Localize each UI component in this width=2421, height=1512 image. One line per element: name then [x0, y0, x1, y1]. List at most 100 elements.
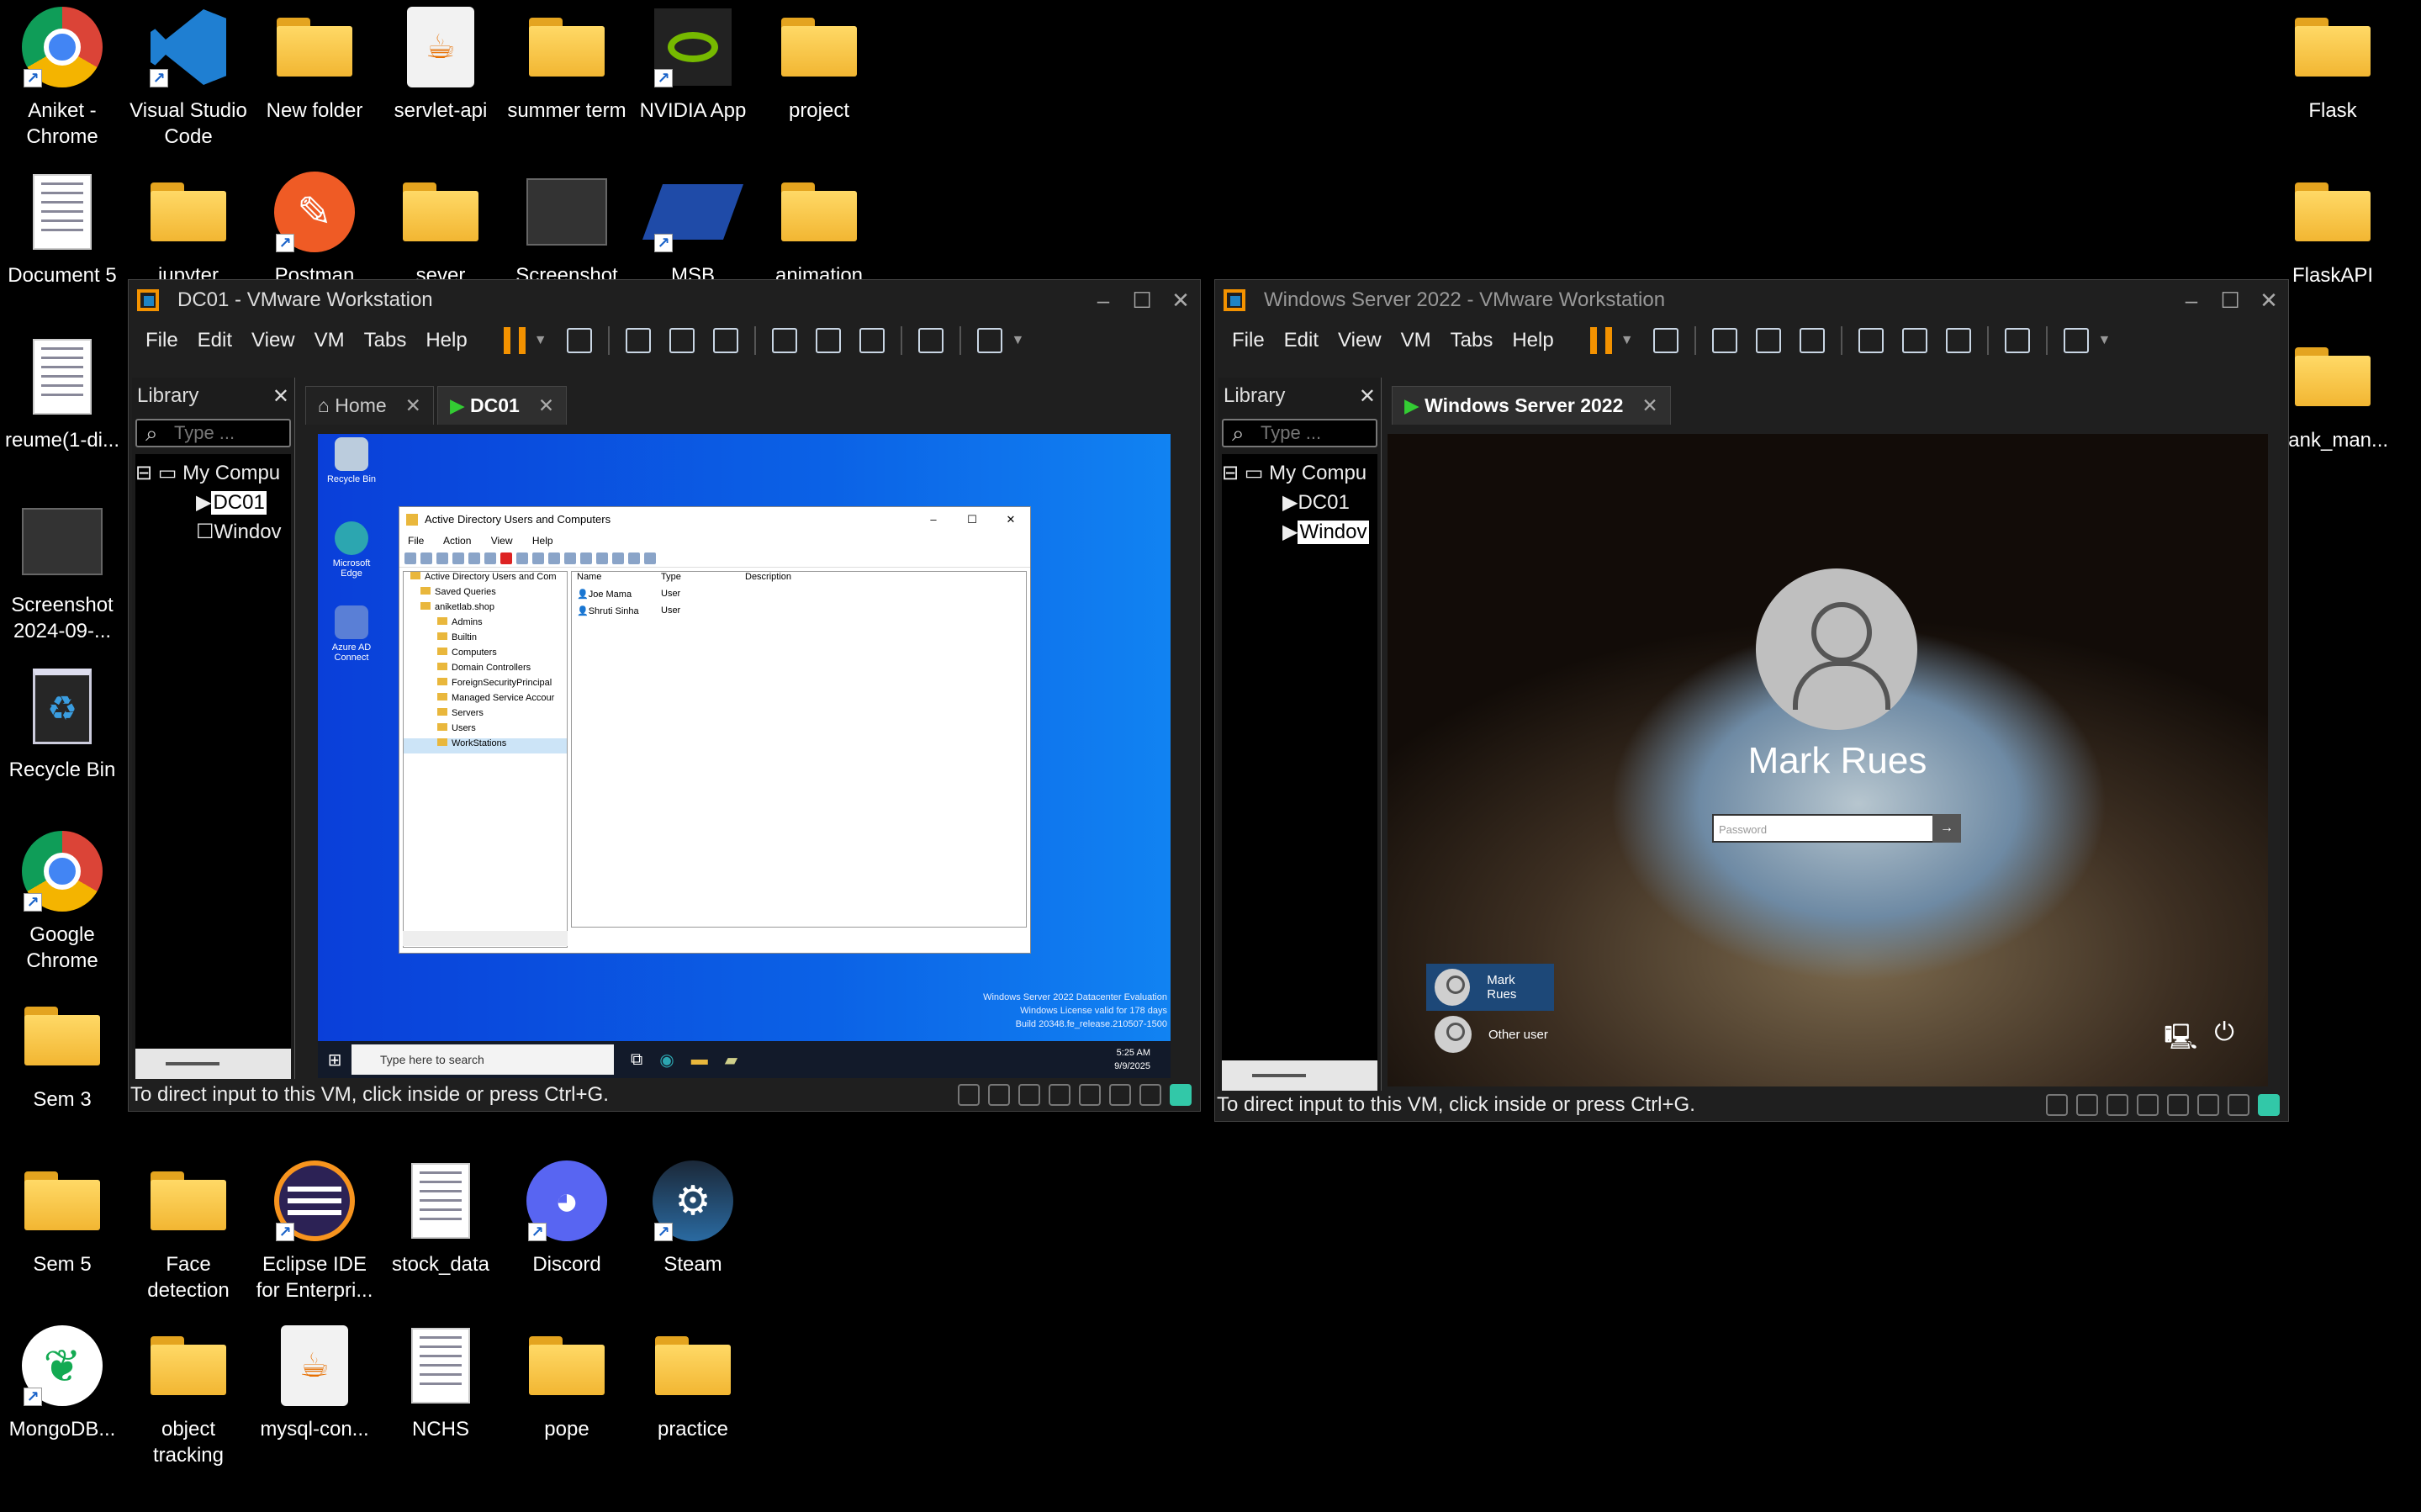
tab-dc01[interactable]: ▶ DC01 ✕ [436, 386, 568, 425]
desktop-icon[interactable]: ⚙ ↗ Steam [626, 1157, 760, 1277]
message-icon[interactable] [1170, 1084, 1192, 1106]
desktop-icon[interactable]: object tracking [121, 1322, 256, 1468]
desktop-icon[interactable]: summer term [500, 3, 634, 124]
tree-node[interactable]: Users [404, 723, 567, 738]
desktop-icon[interactable]: Face detection [121, 1157, 256, 1303]
maximize-button[interactable]: ☐ [953, 507, 991, 532]
hard-disk-icon[interactable] [958, 1084, 980, 1106]
desktop-icon[interactable]: Sem 5 [0, 1157, 130, 1277]
menu-file[interactable]: File [1232, 329, 1265, 352]
aduc-window[interactable]: Active Directory Users and Computers – ☐ ✕… [399, 506, 1031, 954]
user-switch-other-user[interactable]: Other user [1426, 1011, 1557, 1058]
close-icon[interactable]: ✕ [538, 394, 554, 417]
delete-icon[interactable] [500, 552, 512, 564]
properties-icon[interactable] [516, 552, 528, 564]
display-icon[interactable] [1139, 1084, 1161, 1106]
column-description[interactable]: Description [745, 572, 791, 589]
tree-node[interactable]: ForeignSecurityPrincipal [404, 678, 567, 693]
cd-icon[interactable] [2076, 1094, 2098, 1116]
minimize-button[interactable]: – [2172, 288, 2211, 314]
find-icon[interactable] [644, 552, 656, 564]
vm-screen-windows-server-2022[interactable]: Mark Rues Password → Mark Rues Other use… [1388, 434, 2268, 1086]
desktop-icon[interactable]: ↗ Google Chrome [0, 827, 130, 974]
forward-icon[interactable] [420, 552, 432, 564]
aduc-menu-view[interactable]: View [491, 535, 513, 547]
send-ctrl-alt-del-icon[interactable] [1652, 328, 1678, 353]
file-explorer-icon[interactable]: ▬ [691, 1050, 708, 1070]
list-item[interactable]: 👤Shruti Sinha User [572, 605, 1026, 622]
desktop-icon[interactable]: Sem 3 [0, 992, 130, 1113]
close-icon[interactable]: ✕ [1359, 384, 1376, 409]
revert-snapshot-icon[interactable] [669, 328, 695, 353]
guest-recycle-bin[interactable]: Recycle Bin [318, 437, 385, 484]
add-ou-icon[interactable] [612, 552, 624, 564]
close-icon[interactable]: ✕ [1641, 394, 1657, 417]
cut-icon[interactable] [468, 552, 480, 564]
add-group-icon[interactable] [596, 552, 608, 564]
tree-item-dc01[interactable]: ▶DC01 [135, 490, 291, 520]
desktop-icon[interactable]: ↗ Eclipse IDE for Enterpri... [247, 1157, 382, 1303]
desktop-icon[interactable]: New folder [247, 3, 382, 124]
desktop-icon[interactable]: stock_data [373, 1157, 508, 1277]
help-icon[interactable] [564, 552, 576, 564]
sound-icon[interactable] [2137, 1094, 2159, 1116]
user-switch-mark-rues[interactable]: Mark Rues [1426, 964, 1554, 1011]
desktop-icon[interactable]: ☕ mysql-con... [247, 1322, 382, 1442]
up-icon[interactable] [436, 552, 448, 564]
desktop-icon[interactable]: Screenshot [500, 168, 634, 288]
desktop-icon[interactable]: animation [752, 168, 886, 288]
tree-item-windows[interactable]: ▶Windov [1222, 520, 1377, 549]
pause-icon[interactable] [1589, 327, 1612, 354]
password-input[interactable]: Password [1712, 814, 1943, 843]
desktop-icon[interactable]: reume(1-di... [0, 333, 130, 453]
menu-help[interactable]: Help [426, 329, 467, 352]
library-scrollbar[interactable] [1222, 1060, 1377, 1091]
pause-icon[interactable] [503, 327, 526, 354]
printer-icon[interactable] [1079, 1084, 1101, 1106]
snapshot-manager-icon[interactable] [1799, 328, 1825, 353]
chevron-down-icon[interactable]: ▼ [534, 333, 547, 348]
cd-icon[interactable] [988, 1084, 1010, 1106]
desktop-icon[interactable]: project [752, 3, 886, 124]
thumbnail-view-icon[interactable] [1901, 328, 1927, 353]
sound-icon[interactable] [1049, 1084, 1070, 1106]
show-tree-icon[interactable] [452, 552, 464, 564]
menu-file[interactable]: File [145, 329, 178, 352]
desktop-icon[interactable]: ♻ Recycle Bin [0, 663, 130, 783]
taskbar-search-input[interactable]: Type here to search [352, 1044, 614, 1075]
guest-edge[interactable]: Microsoft Edge [318, 521, 385, 579]
menu-view[interactable]: View [1338, 329, 1382, 352]
chevron-down-icon[interactable]: ▼ [2098, 333, 2112, 348]
full-screen-icon[interactable] [859, 328, 885, 353]
desktop-icon[interactable]: ❦ ↗ MongoDB... [0, 1322, 130, 1442]
library-search-input[interactable]: Type ... [135, 419, 291, 447]
tree-item-my-computer[interactable]: ⊟ ▭ My Compu [1222, 461, 1377, 490]
menu-tabs[interactable]: Tabs [364, 329, 407, 352]
library-search-input[interactable]: Type ... [1222, 419, 1377, 447]
chevron-down-icon[interactable]: ▼ [1620, 333, 1634, 348]
menu-vm[interactable]: VM [1401, 329, 1431, 352]
add-user-icon[interactable] [580, 552, 592, 564]
menu-view[interactable]: View [251, 329, 295, 352]
desktop-icon[interactable]: Document 5 [0, 168, 130, 288]
console-view-icon[interactable] [917, 328, 944, 353]
stretch-guest-icon[interactable] [2063, 328, 2089, 353]
tree-node[interactable]: Builtin [404, 632, 567, 648]
desktop-icon[interactable]: Screenshot 2024-09-... [0, 498, 130, 644]
back-icon[interactable] [404, 552, 416, 564]
close-icon[interactable]: ✕ [272, 384, 289, 409]
aduc-tree-scrollbar[interactable] [403, 931, 568, 946]
aduc-menu-file[interactable]: File [408, 535, 424, 547]
maximize-button[interactable]: ☐ [2211, 288, 2249, 314]
tree-node[interactable]: Servers [404, 708, 567, 723]
guest-azure-ad-connect[interactable]: Azure AD Connect [318, 605, 385, 663]
menu-edit[interactable]: Edit [1284, 329, 1319, 352]
library-view-icon[interactable] [771, 328, 797, 353]
desktop-icon[interactable]: jupyter [121, 168, 256, 288]
snapshot-manager-icon[interactable] [712, 328, 738, 353]
desktop-icon[interactable]: ↗ NVIDIA App [626, 3, 760, 124]
desktop-icon[interactable]: FlaskAPI [2265, 168, 2400, 288]
tree-node[interactable]: Admins [404, 617, 567, 632]
tab-home[interactable]: ⌂ Home ✕ [305, 386, 434, 425]
desktop-icon[interactable]: ◕ ↗ Discord [500, 1157, 634, 1277]
